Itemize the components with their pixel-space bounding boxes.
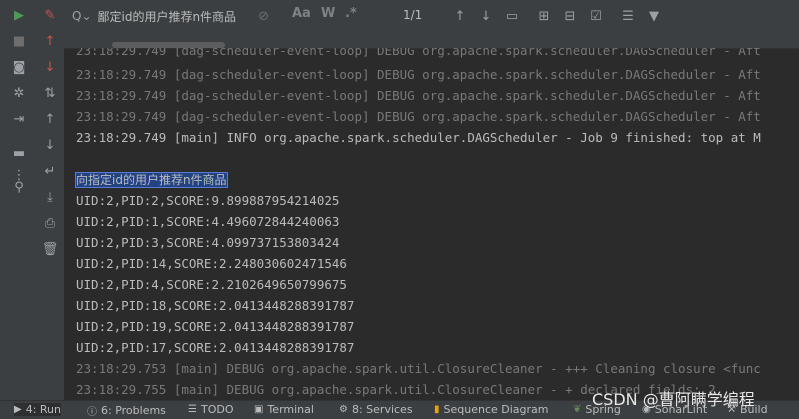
console-line: 23:18:29.749 [dag-scheduler-event-loop] … <box>76 88 761 103</box>
console-line: UID:2,PID:1,SCORE:4.496072844240063 <box>76 214 340 229</box>
sequence-diagram-icon: ▮ <box>434 404 440 415</box>
watermark: CSDN @曹阿瞒学编程 <box>592 390 755 409</box>
clear-search-icon[interactable]: ⊘ <box>258 9 269 24</box>
add-selection-icon[interactable]: ⊞ <box>534 6 554 26</box>
remove-selection-icon[interactable]: ⊟ <box>560 6 580 26</box>
problems-icon: ⓘ <box>87 407 97 418</box>
console-line: UID:2,PID:14,SCORE:2.248030602471546 <box>76 256 347 271</box>
camera-icon[interactable]: ◙ <box>9 57 29 77</box>
pin-icon[interactable]: ⚲ <box>9 177 29 197</box>
tab-problems[interactable]: ⓘ 6: Problems <box>87 403 166 418</box>
run-tab-icon: ▶ <box>14 404 22 415</box>
options-icon[interactable]: ☰ <box>618 6 638 26</box>
prev-occurrence-icon[interactable]: ↑ <box>450 6 470 26</box>
console-line: 23:18:29.749 [dag-scheduler-event-loop] … <box>76 67 761 82</box>
console-actions: ✎ ↑ ↓ ⇅ ↑ ↓ ↵ ⤓ ⎙ 🗑 <box>36 0 65 400</box>
regex-toggle[interactable]: .* <box>345 6 357 21</box>
console-line: UID:2,PID:17,SCORE:2.0413448288391787 <box>76 340 355 355</box>
search-field[interactable]: Q⌄ 鄙定id的用户推荐n件商品 ⊘ <box>64 0 361 32</box>
console-line: UID:2,PID:4,SCORE:2.2102649650799675 <box>76 277 347 292</box>
console-line: 23:18:29.749 [main] INFO org.apache.spar… <box>76 130 761 145</box>
tab-todo[interactable]: ☰ TODO <box>188 403 233 416</box>
arrow-down-icon[interactable]: ↓ <box>40 135 60 155</box>
console-line: 23:18:29.749 [dag-scheduler-event-loop] … <box>76 48 761 58</box>
filter-icon[interactable]: ▼ <box>644 6 664 26</box>
terminal-icon: ▣ <box>254 404 264 415</box>
find-bar: Q⌄ 鄙定id的用户推荐n件商品 ⊘ Aa W .* 1/1 ↑ ↓ ▭ ⊞ ⊟… <box>64 0 799 49</box>
tab-run[interactable]: ▶ 4: Run <box>14 403 61 416</box>
console-line: UID:2,PID:18,SCORE:2.0413448288391787 <box>76 298 355 313</box>
console-output: 23:18:29.749 [dag-scheduler-event-loop] … <box>64 48 799 400</box>
stop-icon[interactable]: ■ <box>9 31 29 51</box>
match-case-toggle[interactable]: Aa <box>292 6 311 21</box>
words-toggle[interactable]: W <box>321 6 335 21</box>
arrow-up-icon[interactable]: ↑ <box>40 109 60 129</box>
spring-icon: ❦ <box>573 404 582 415</box>
services-icon: ⚙ <box>339 404 348 415</box>
console-line: UID:2,PID:3,SCORE:4.099737153803424 <box>76 235 340 250</box>
next-occurrence-icon[interactable]: ↓ <box>476 6 496 26</box>
filter-window-icon[interactable]: ▭ <box>502 6 522 26</box>
console-line: UID:2,PID:19,SCORE:2.0413448288391787 <box>76 319 355 334</box>
arrow-up-red-icon[interactable]: ↑ <box>40 31 60 51</box>
match-count: 1/1 <box>403 8 423 22</box>
run-icon[interactable]: ▶ <box>9 5 29 25</box>
soft-wrap-icon[interactable]: ↵ <box>40 161 60 181</box>
trash-icon[interactable]: 🗑 <box>40 239 60 259</box>
todo-icon: ☰ <box>188 404 197 415</box>
print-icon[interactable]: ⎙ <box>40 213 60 233</box>
arrow-down-red-icon[interactable]: ↓ <box>40 57 60 77</box>
console-line: 23:18:29.749 [dag-scheduler-event-loop] … <box>76 109 761 124</box>
search-match: 向指定id的用户推荐n件商品 <box>75 172 228 188</box>
layout-icon[interactable]: ▬ <box>9 143 29 163</box>
scroll-to-end-icon[interactable]: ⤓ <box>40 187 60 207</box>
console-line-highlight: 向指定id的用户推荐n件商品 <box>75 172 228 188</box>
clear-all-icon[interactable]: ✎ <box>40 5 60 25</box>
search-icon: Q⌄ <box>72 9 92 23</box>
tab-services[interactable]: ⚙ 8: Services <box>339 403 413 416</box>
console-line: 23:18:29.753 [main] DEBUG org.apache.spa… <box>76 361 761 376</box>
exit-icon[interactable]: ⇥ <box>9 109 29 129</box>
debug-icon[interactable]: ✲ <box>9 83 29 103</box>
select-all-icon[interactable]: ☑ <box>586 6 606 26</box>
tab-terminal[interactable]: ▣ Terminal <box>254 403 314 416</box>
search-input[interactable]: 鄙定id的用户推荐n件商品 <box>98 8 237 25</box>
console-line: UID:2,PID:2,SCORE:9.899887954214025 <box>76 193 340 208</box>
sort-icon[interactable]: ⇅ <box>40 83 60 103</box>
tab-sequence-diagram[interactable]: ▮ Sequence Diagram <box>434 403 549 416</box>
run-toolbar-left: ▶ ■ ◙ ✲ ⇥ ▬ ⋮ ⚲ <box>0 0 37 400</box>
